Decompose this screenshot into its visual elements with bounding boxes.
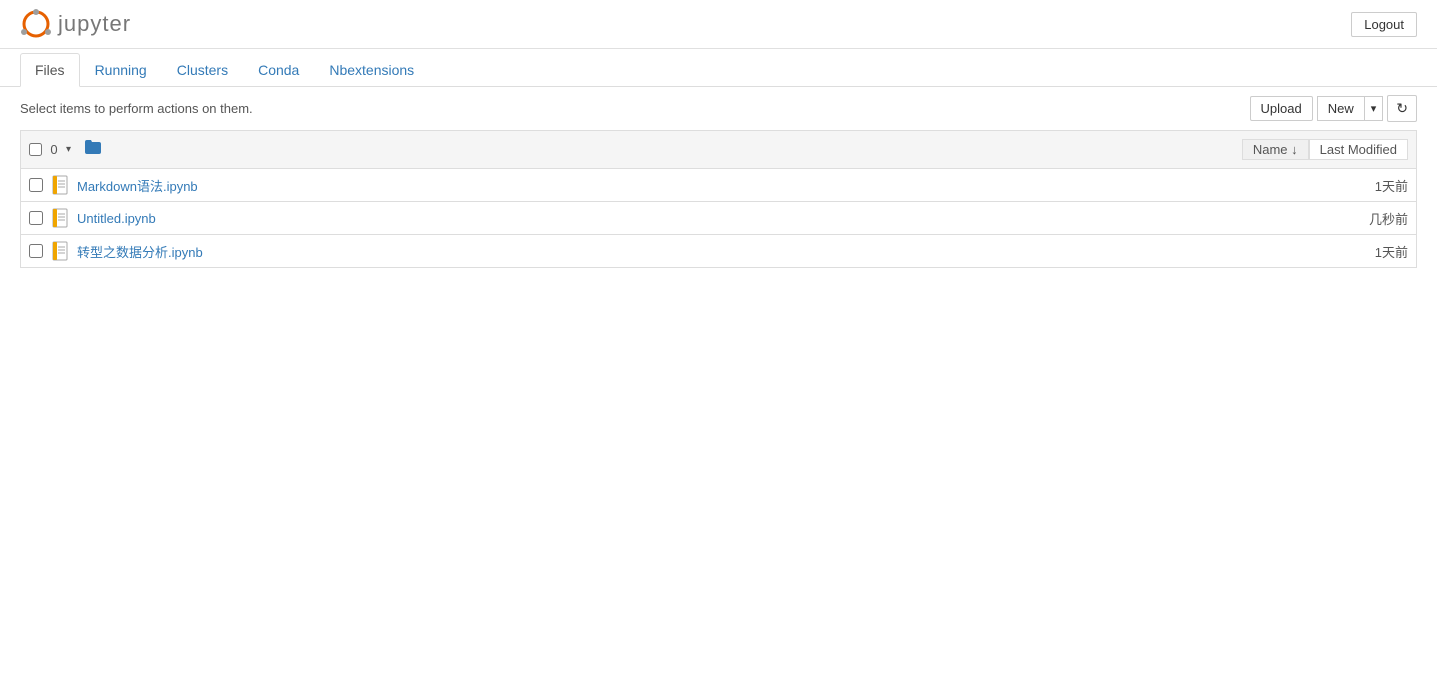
select-dropdown-arrow[interactable]: ▾ bbox=[66, 144, 71, 155]
select-count: 0 bbox=[46, 142, 62, 157]
table-row: Untitled.ipynb 几秒前 bbox=[21, 202, 1416, 235]
folder-icon bbox=[83, 137, 103, 157]
file-modified: 1天前 bbox=[1328, 176, 1408, 195]
column-headers: Name ↓ Last Modified bbox=[1242, 139, 1408, 160]
notebook-icon bbox=[51, 208, 71, 228]
upload-button[interactable]: Upload bbox=[1250, 96, 1313, 121]
table-row: Markdown语法.ipynb 1天前 bbox=[21, 169, 1416, 202]
file-name-link[interactable]: 转型之数据分析.ipynb bbox=[77, 242, 1328, 261]
tabs-bar: Files Running Clusters Conda Nbextension… bbox=[0, 53, 1437, 87]
logo-area: jupyter bbox=[20, 8, 131, 40]
select-hint: Select items to perform actions on them. bbox=[20, 101, 253, 116]
notebook-icon bbox=[51, 241, 71, 261]
tab-files[interactable]: Files bbox=[20, 53, 80, 87]
tab-clusters[interactable]: Clusters bbox=[162, 53, 243, 87]
new-folder-button[interactable] bbox=[79, 137, 107, 162]
sort-by-modified-button[interactable]: Last Modified bbox=[1309, 139, 1408, 160]
tab-running[interactable]: Running bbox=[80, 53, 162, 87]
checkbox-area: 0 ▾ bbox=[29, 142, 71, 157]
file-name-link[interactable]: Untitled.ipynb bbox=[77, 211, 1328, 226]
file-modified: 几秒前 bbox=[1328, 209, 1408, 228]
file-checkbox[interactable] bbox=[29, 178, 43, 192]
tab-conda[interactable]: Conda bbox=[243, 53, 314, 87]
tab-nbextensions[interactable]: Nbextensions bbox=[314, 53, 429, 87]
new-button-group: New ▾ bbox=[1317, 96, 1384, 121]
refresh-button[interactable]: ↻ bbox=[1387, 95, 1417, 122]
select-all-checkbox[interactable] bbox=[29, 143, 42, 156]
sort-by-name-button[interactable]: Name ↓ bbox=[1242, 139, 1309, 160]
file-list-container: 0 ▾ Name ↓ Last Modified bbox=[0, 130, 1437, 268]
jupyter-logo-icon bbox=[20, 8, 52, 40]
new-button[interactable]: New bbox=[1317, 96, 1364, 121]
file-list-header-row: 0 ▾ Name ↓ Last Modified bbox=[20, 130, 1417, 168]
app-logo-text: jupyter bbox=[58, 11, 131, 37]
file-rows: Markdown语法.ipynb 1天前 Untitled.ipynb 几秒前 bbox=[20, 168, 1417, 268]
notebook-icon bbox=[51, 175, 71, 195]
logout-button[interactable]: Logout bbox=[1351, 12, 1417, 37]
file-checkbox[interactable] bbox=[29, 244, 43, 258]
toolbar-actions: Upload New ▾ ↻ bbox=[1250, 95, 1417, 122]
toolbar: Select items to perform actions on them.… bbox=[0, 87, 1437, 130]
table-row: 转型之数据分析.ipynb 1天前 bbox=[21, 235, 1416, 267]
file-checkbox[interactable] bbox=[29, 211, 43, 225]
file-name-link[interactable]: Markdown语法.ipynb bbox=[77, 176, 1328, 195]
new-dropdown-button[interactable]: ▾ bbox=[1364, 96, 1384, 121]
header: jupyter Logout bbox=[0, 0, 1437, 49]
file-modified: 1天前 bbox=[1328, 242, 1408, 261]
